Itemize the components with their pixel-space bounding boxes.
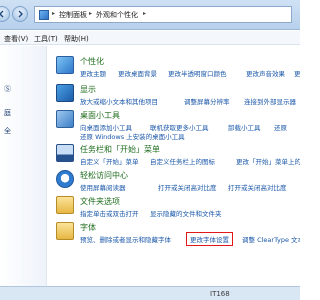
menu-bar: 查看(V) 工具(T) 帮助(H) xyxy=(0,31,300,45)
link[interactable]: 更改声音效果 xyxy=(246,68,285,78)
category-title[interactable]: 字体 xyxy=(80,222,96,233)
link[interactable]: 连接到外部显示器 xyxy=(244,96,296,106)
link[interactable]: 更改桌面背景 xyxy=(118,68,157,78)
link[interactable]: 更 xyxy=(294,68,300,78)
address-bar[interactable]: ▸ 控制面板 ▸ 外观和个性化 ▸ xyxy=(34,6,292,23)
sidebar-item[interactable]: 全 xyxy=(4,126,11,136)
title-bar: ▸ 控制面板 ▸ 外观和个性化 ▸ xyxy=(0,0,300,30)
menu-tools[interactable]: 工具(T) xyxy=(34,34,58,44)
category-title[interactable]: 个性化 xyxy=(80,56,104,67)
category-taskbar: 任务栏和「开始」菜单 自定义「开始」菜单 自定义任务栏上的图标 更改「开始」菜单… xyxy=(56,144,300,172)
forward-button[interactable] xyxy=(12,6,28,22)
sidebar: Ⓢ 庭 全 xyxy=(0,46,47,286)
category-title[interactable]: 文件夹选项 xyxy=(80,196,120,207)
forward-arrow-icon xyxy=(18,10,23,18)
link[interactable]: 预览、删除或者显示和隐藏字体 xyxy=(80,234,171,244)
category-title[interactable]: 显示 xyxy=(80,84,96,95)
menu-view[interactable]: 查看(V) xyxy=(4,34,28,44)
link[interactable]: 放大或缩小文本和其他项目 xyxy=(80,96,158,106)
display-icon xyxy=(56,84,74,102)
link[interactable]: 更改「开始」菜单上的图 xyxy=(236,156,300,166)
link[interactable]: 调整屏幕分辨率 xyxy=(184,96,230,106)
link[interactable]: 更改主题 xyxy=(80,68,106,78)
ease-of-access-icon xyxy=(56,170,74,188)
breadcrumb-separator-icon: ▸ xyxy=(52,10,56,17)
link[interactable]: 还原 xyxy=(274,122,287,132)
personalization-icon xyxy=(56,56,74,74)
breadcrumb-separator-icon: ▸ xyxy=(143,10,147,17)
link[interactable]: 还原 Windows 上安装的桌面小工具 xyxy=(80,131,185,141)
sidebar-item[interactable]: 庭 xyxy=(4,108,11,118)
category-title[interactable]: 任务栏和「开始」菜单 xyxy=(80,144,160,155)
link[interactable]: 自定义任务栏上的图标 xyxy=(150,156,215,166)
menu-help[interactable]: 帮助(H) xyxy=(64,34,89,44)
taskbar-icon xyxy=(56,144,74,162)
folder-options-icon xyxy=(56,196,74,214)
status-text: IT168 xyxy=(210,290,230,298)
category-folder-options: 文件夹选项 指定单击或双击打开 显示隐藏的文件和文件夹 xyxy=(56,196,300,224)
link[interactable]: 卸载小工具 xyxy=(228,122,261,132)
breadcrumb-appearance[interactable]: 外观和个性化 xyxy=(96,10,138,20)
link[interactable]: 自定义「开始」菜单 xyxy=(80,156,139,166)
fonts-icon xyxy=(56,222,74,240)
breadcrumb-control-panel[interactable]: 控制面板 xyxy=(59,10,87,20)
category-ease-of-access: 轻松访问中心 使用屏幕阅读器 打开或关闭高对比度 打开或关闭高对比度 xyxy=(56,170,300,198)
category-title[interactable]: 轻松访问中心 xyxy=(80,170,128,181)
back-arrow-icon xyxy=(0,10,4,18)
category-personalization: 个性化 更改主题 更改桌面背景 更改半透明窗口颜色 更改声音效果 更 xyxy=(56,56,300,86)
breadcrumb-separator-icon: ▸ xyxy=(89,10,93,17)
category-fonts: 字体 预览、删除或者显示和隐藏字体 更改字体设置 调整 ClearType 文本 xyxy=(56,222,300,252)
link[interactable]: 更改半透明窗口颜色 xyxy=(168,68,227,78)
gadgets-icon xyxy=(56,110,74,128)
category-display: 显示 放大或缩小文本和其他项目 调整屏幕分辨率 连接到外部显示器 xyxy=(56,84,300,112)
status-bar: IT168 xyxy=(0,286,300,300)
category-list: 个性化 更改主题 更改桌面背景 更改半透明窗口颜色 更改声音效果 更 显示 放大… xyxy=(48,46,300,286)
back-button[interactable] xyxy=(0,6,10,22)
category-title[interactable]: 桌面小工具 xyxy=(80,110,120,121)
control-panel-icon xyxy=(39,10,49,20)
link[interactable]: 打开或关闭高对比度 xyxy=(158,182,217,192)
sidebar-item[interactable]: Ⓢ xyxy=(4,84,11,94)
change-font-settings-link[interactable]: 更改字体设置 xyxy=(186,232,233,246)
category-gadgets: 桌面小工具 向桌面添加小工具 联机获取更多小工具 卸载小工具 还原 还原 Win… xyxy=(56,110,300,144)
link[interactable]: 打开或关闭高对比度 xyxy=(228,182,287,192)
link[interactable]: 指定单击或双击打开 xyxy=(80,208,139,218)
nav-buttons xyxy=(0,6,34,24)
link[interactable]: 调整 ClearType 文本 xyxy=(242,234,300,244)
link[interactable]: 使用屏幕阅读器 xyxy=(80,182,126,192)
link[interactable]: 显示隐藏的文件和文件夹 xyxy=(150,208,222,218)
